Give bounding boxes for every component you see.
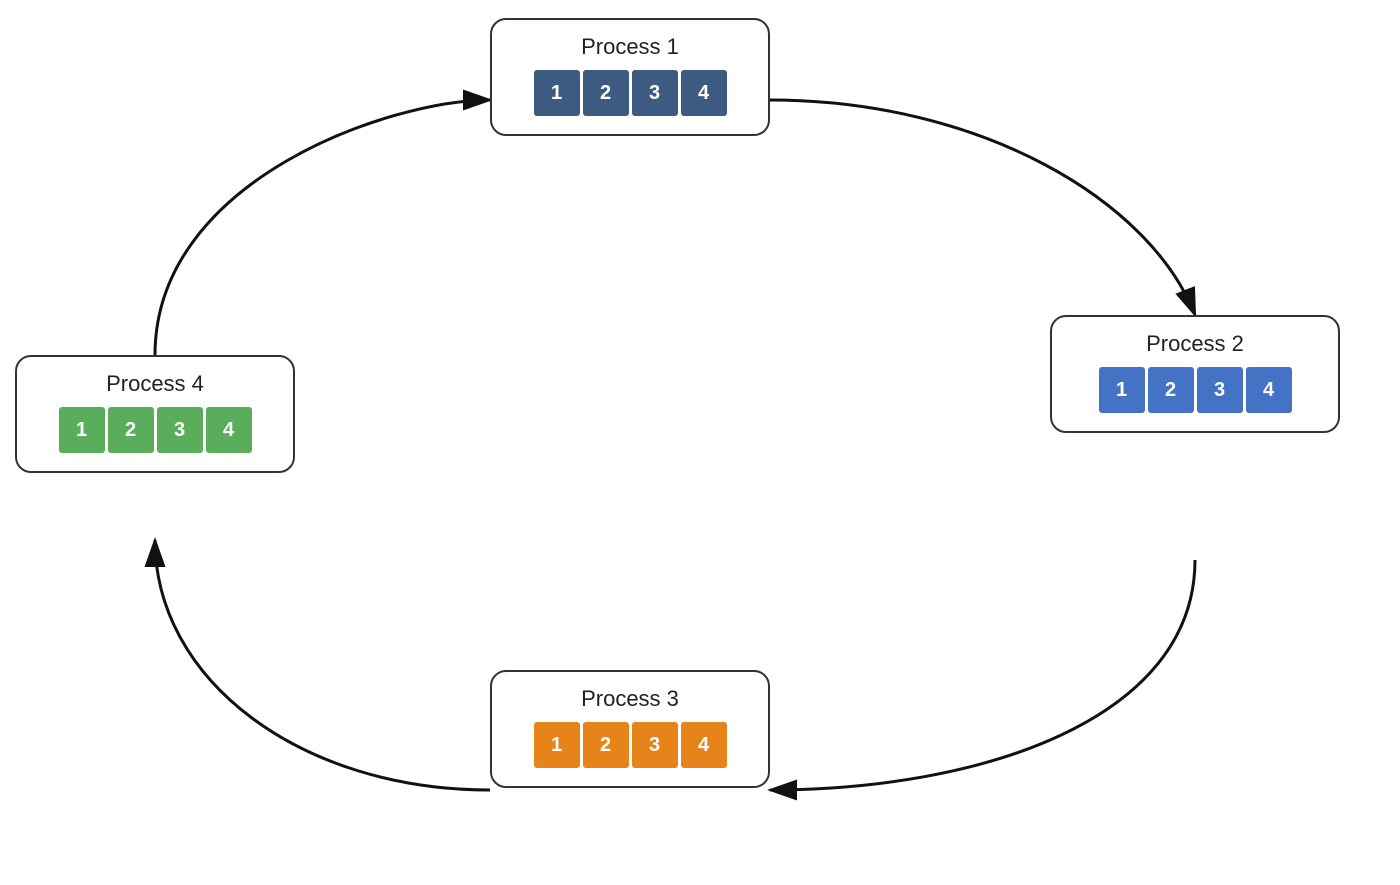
process2-blocks: 1 2 3 4 (1099, 367, 1292, 413)
process2-block-4: 4 (1246, 367, 1292, 413)
process3-block-1: 1 (534, 722, 580, 768)
process1-block-1: 1 (534, 70, 580, 116)
process3-box: Process 3 1 2 3 4 (490, 670, 770, 788)
process2-title: Process 2 (1146, 331, 1244, 357)
diagram-container: Process 1 1 2 3 4 Process 2 1 2 3 4 Proc… (0, 0, 1400, 885)
process1-block-3: 3 (632, 70, 678, 116)
process1-block-2: 2 (583, 70, 629, 116)
process1-box: Process 1 1 2 3 4 (490, 18, 770, 136)
process4-blocks: 1 2 3 4 (59, 407, 252, 453)
process1-blocks: 1 2 3 4 (534, 70, 727, 116)
process4-block-4: 4 (206, 407, 252, 453)
process4-block-2: 2 (108, 407, 154, 453)
process4-title: Process 4 (106, 371, 204, 397)
process1-title: Process 1 (581, 34, 679, 60)
process3-blocks: 1 2 3 4 (534, 722, 727, 768)
process3-block-4: 4 (681, 722, 727, 768)
process1-block-4: 4 (681, 70, 727, 116)
process2-box: Process 2 1 2 3 4 (1050, 315, 1340, 433)
process2-block-1: 1 (1099, 367, 1145, 413)
process3-block-3: 3 (632, 722, 678, 768)
process2-block-3: 3 (1197, 367, 1243, 413)
process4-block-3: 3 (157, 407, 203, 453)
process4-box: Process 4 1 2 3 4 (15, 355, 295, 473)
process2-block-2: 2 (1148, 367, 1194, 413)
process3-block-2: 2 (583, 722, 629, 768)
process4-block-1: 1 (59, 407, 105, 453)
process3-title: Process 3 (581, 686, 679, 712)
